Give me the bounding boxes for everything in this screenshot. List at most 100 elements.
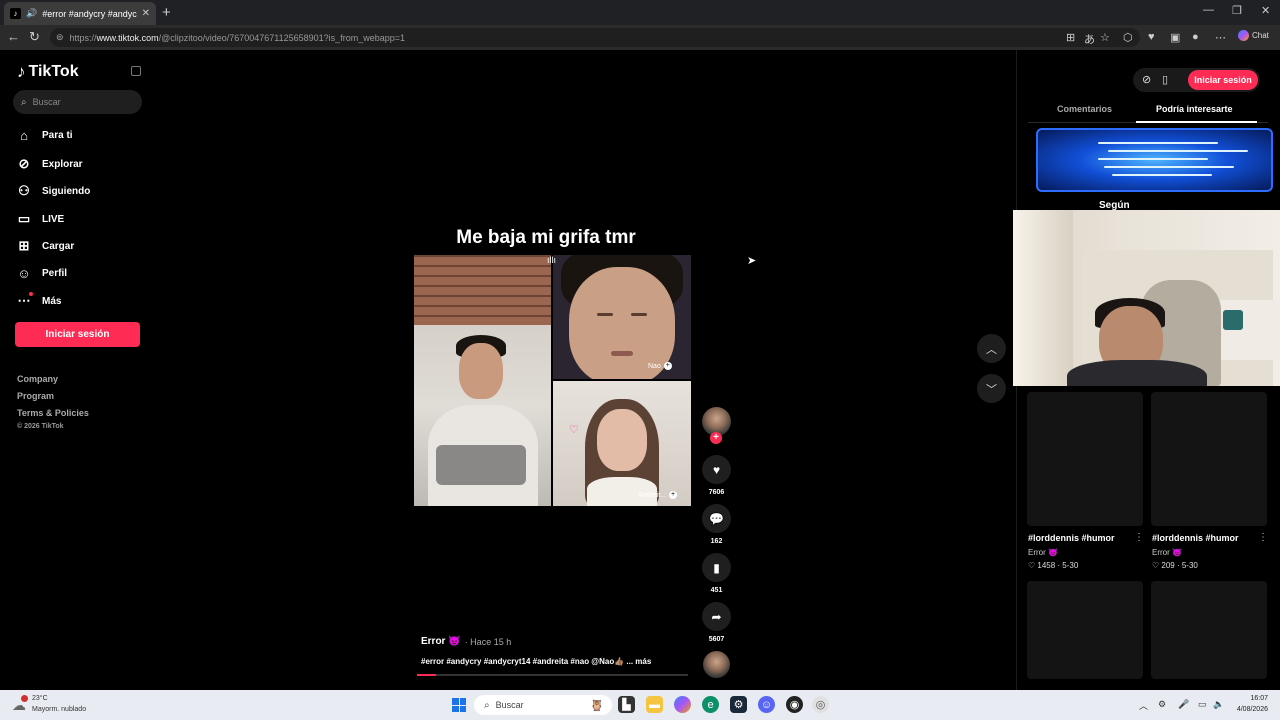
card-stats-2: ♡ 209 · 5-30 xyxy=(1152,561,1198,570)
author-name[interactable]: Error 👿 xyxy=(421,636,461,647)
audio-wave-icon[interactable]: ıllı xyxy=(547,255,556,265)
copilot-chat-button[interactable]: Chat xyxy=(1238,30,1269,41)
footer-link-company[interactable]: Company xyxy=(17,374,58,384)
recommended-thumbnail-4[interactable] xyxy=(1151,581,1267,679)
collapse-sidebar-icon[interactable] xyxy=(131,66,141,76)
sidebar-item-live[interactable]: ▭ LIVE xyxy=(17,211,64,227)
card-title-2[interactable]: #lorddennis #humor xyxy=(1152,533,1239,543)
home-icon: ⌂ xyxy=(20,128,28,143)
search-highlight-icon: 🦉 xyxy=(590,699,604,712)
sidebar-item-perfil[interactable]: ☺ Perfil xyxy=(17,266,67,281)
search-icon: ⌕ xyxy=(21,96,27,108)
browser-essentials-icon[interactable]: ♥ xyxy=(1148,31,1155,43)
author-line: Error 👿 · Hace 15 h xyxy=(421,636,511,647)
card-menu-icon[interactable]: ⋮ xyxy=(1258,532,1268,543)
save-button[interactable]: ▮ xyxy=(702,553,731,582)
card-author-1[interactable]: Error 👿 xyxy=(1028,548,1058,557)
file-explorer-icon[interactable]: ▬ xyxy=(646,696,663,713)
tab-comentarios[interactable]: Comentarios xyxy=(1057,104,1112,114)
footer-link-program[interactable]: Program xyxy=(17,391,54,401)
music-disc-avatar[interactable] xyxy=(703,651,730,678)
card-title-1[interactable]: #lorddennis #humor xyxy=(1028,533,1115,543)
footer-link-terms[interactable]: Terms & Policies xyxy=(17,408,89,418)
minimize-icon[interactable]: — xyxy=(1203,4,1214,16)
previous-video-button[interactable]: ︿ xyxy=(977,334,1006,363)
comment-button[interactable]: 💬 xyxy=(702,504,731,533)
card-stats-1: ♡ 1458 · 5-30 xyxy=(1028,561,1079,570)
sidebar-item-mas[interactable]: ⋯ Más xyxy=(17,293,62,309)
card-author-2[interactable]: Error 👿 xyxy=(1152,548,1182,557)
close-window-icon[interactable]: ✕ xyxy=(1261,4,1270,17)
weather-description[interactable]: Mayorm. nublado xyxy=(32,706,86,713)
app-circle-icon[interactable]: ◎ xyxy=(812,696,829,713)
next-video-button[interactable]: ﹀ xyxy=(977,374,1006,403)
close-tab-icon[interactable]: ✕ xyxy=(142,8,150,19)
upload-icon: ⊞ xyxy=(18,238,30,253)
settings-more-icon[interactable]: ⋯ xyxy=(1215,31,1226,44)
comment-icon: 💬 xyxy=(709,511,724,526)
tray-app-icon[interactable]: ⚙ xyxy=(1158,699,1166,710)
tab-podria-interesarte[interactable]: Podría interesarte xyxy=(1156,104,1233,114)
like-button[interactable]: ♥ xyxy=(702,455,731,484)
copilot-app-icon[interactable] xyxy=(674,696,691,713)
microphone-icon[interactable]: 🎤 xyxy=(1178,699,1189,710)
video-player[interactable]: Nao + ♡ Andreit... + xyxy=(414,255,691,506)
url-field[interactable]: ⊜ https://www.tiktok.com/@clipzitoo/vide… xyxy=(50,28,1140,47)
volume-icon[interactable]: 🔈 xyxy=(1213,699,1224,710)
display-icon[interactable]: ▭ xyxy=(1198,699,1207,710)
clock-time[interactable]: 16:07 xyxy=(1236,695,1268,702)
sidebar-item-explorar[interactable]: ⊘ Explorar xyxy=(17,156,83,172)
task-view-icon[interactable]: ▙ xyxy=(618,696,635,713)
obs-icon[interactable]: ◉ xyxy=(786,696,803,713)
video-panel-top-right: Nao + xyxy=(553,255,691,379)
search-icon: ⌕ xyxy=(484,699,490,711)
card-menu-icon[interactable]: ⋮ xyxy=(1134,532,1144,543)
weather-temperature[interactable]: 23°C xyxy=(32,695,48,702)
site-info-icon[interactable]: ⊜ xyxy=(56,32,64,43)
coin-icon[interactable]: ⊘ xyxy=(1142,73,1151,86)
back-icon[interactable]: ← xyxy=(7,29,20,44)
sidebar-item-para-ti[interactable]: ⌂ Para ti xyxy=(17,128,73,143)
app-available-icon[interactable]: ⊞ xyxy=(1066,31,1075,44)
video-progress-track[interactable] xyxy=(417,674,688,676)
discord-icon[interactable]: ☺ xyxy=(758,696,775,713)
sidebar-item-siguiendo[interactable]: ⚇ Siguiendo xyxy=(17,183,90,199)
maximize-icon[interactable]: ❐ xyxy=(1232,4,1242,17)
tiktok-favicon-icon: ♪ xyxy=(10,8,21,19)
recommended-thumbnail-2[interactable] xyxy=(1151,392,1267,526)
login-button[interactable]: Iniciar sesión xyxy=(15,322,140,347)
tiktok-logo[interactable]: ♪ TikTok xyxy=(17,62,79,82)
tray-chevron-up-icon[interactable]: ︿ xyxy=(1139,699,1148,712)
share-button[interactable]: ➦ xyxy=(702,602,731,631)
speaker-icon[interactable]: 🔊 xyxy=(26,8,37,19)
mouse-cursor-icon: ➤ xyxy=(747,255,757,267)
recommended-video-thumbnail[interactable] xyxy=(1036,128,1273,192)
save-count: 451 xyxy=(710,587,723,594)
windows-start-icon[interactable] xyxy=(452,698,466,712)
follow-plus-icon[interactable]: + xyxy=(710,432,722,444)
login-button-header[interactable]: Iniciar sesión xyxy=(1188,70,1258,90)
taskbar-search[interactable]: ⌕ Buscar 🦉 xyxy=(474,695,612,715)
extensions-icon[interactable]: ⬡ xyxy=(1123,31,1133,44)
recommended-thumbnail-1[interactable] xyxy=(1027,392,1143,526)
tag-andreita[interactable]: Andreit... + xyxy=(638,491,678,499)
profile-avatar-icon[interactable]: ● xyxy=(1192,31,1199,43)
tag-nao[interactable]: Nao + xyxy=(648,362,672,370)
new-tab-icon[interactable]: + xyxy=(162,4,171,21)
collections-icon[interactable]: ▣ xyxy=(1170,31,1180,44)
mobile-icon[interactable]: ▯ xyxy=(1162,73,1168,86)
tiktok-note-icon: ♪ xyxy=(17,62,26,81)
sidebar-item-cargar[interactable]: ⊞ Cargar xyxy=(17,238,75,254)
recommended-thumbnail-3[interactable] xyxy=(1027,581,1143,679)
browser-tab[interactable]: ♪ 🔊 #error #andycry #andycryt14 ✕ xyxy=(4,2,156,25)
search-input[interactable]: ⌕ Buscar xyxy=(13,90,142,114)
edge-browser-icon[interactable]: e xyxy=(702,696,719,713)
steam-icon[interactable]: ⚙ xyxy=(730,696,747,713)
heart-icon: ♥ xyxy=(712,462,721,477)
clock-date[interactable]: 4/08/2026 xyxy=(1228,706,1268,713)
reload-icon[interactable]: ↻ xyxy=(29,29,40,45)
translate-icon[interactable]: あ xyxy=(1084,31,1095,47)
video-caption[interactable]: #error #andycry #andycryt14 #andreita #n… xyxy=(421,657,651,666)
favorite-star-icon[interactable]: ☆ xyxy=(1100,31,1110,44)
compass-icon: ⊘ xyxy=(18,156,30,171)
